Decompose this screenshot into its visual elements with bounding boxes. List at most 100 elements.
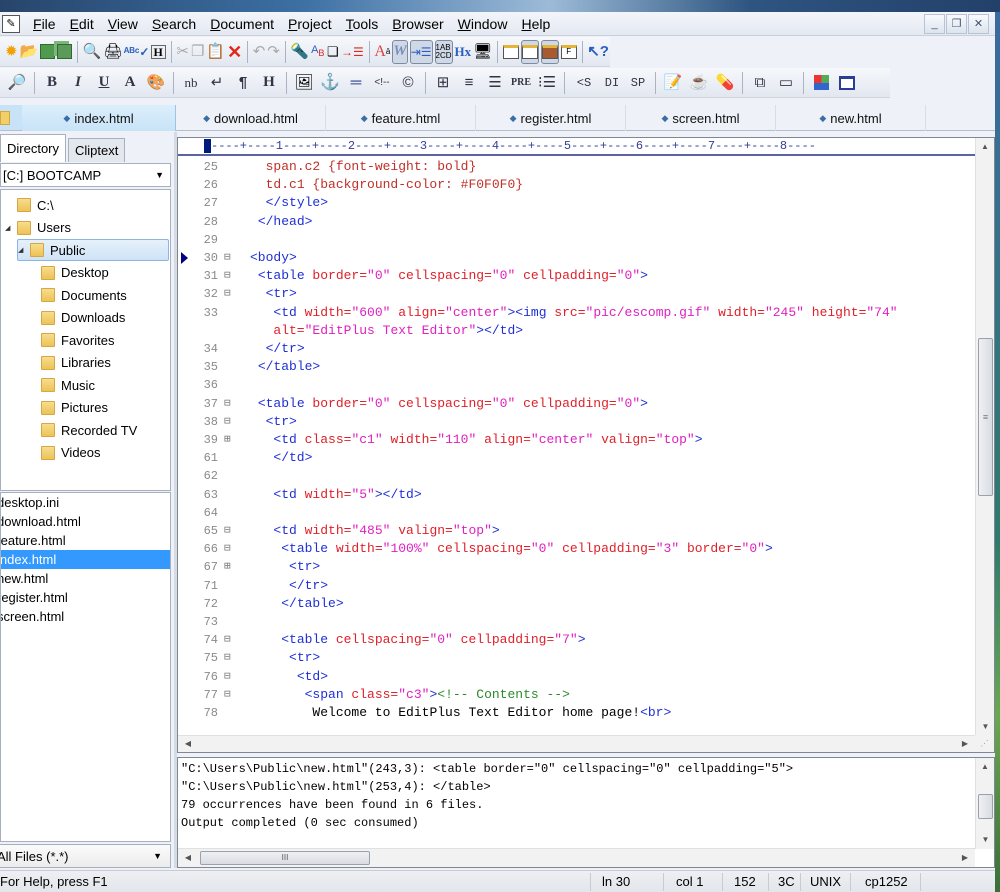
fold-collapse-icon[interactable]: ⊟ <box>224 522 231 540</box>
html-toolbar-icon[interactable]: H <box>150 40 166 64</box>
code-line[interactable]: 72 </table> <box>178 595 975 613</box>
scrollbar-thumb[interactable]: ≡ <box>978 338 993 496</box>
menu-window[interactable]: Window <box>451 16 515 32</box>
code-line[interactable]: 36 <box>178 376 975 394</box>
function-list-icon[interactable]: F <box>560 40 577 64</box>
find-in-files-icon[interactable]: ❏ <box>327 40 340 64</box>
undo-icon[interactable]: ↶ <box>253 40 266 64</box>
frame-icon[interactable]: ⧉ <box>748 71 772 95</box>
file-list-item[interactable]: screen.html <box>1 607 170 626</box>
code-line[interactable]: 30 ⊟ <body> <box>178 249 975 267</box>
font-button[interactable]: A <box>118 71 142 95</box>
fold-expand-icon[interactable]: ⊞ <box>224 558 231 576</box>
code-line[interactable]: 28 </head> <box>178 213 975 231</box>
output-horizontal-scrollbar[interactable]: ◀ III ▶ <box>178 848 975 867</box>
tree-item[interactable]: Videos <box>29 442 101 464</box>
comment-button[interactable]: <!-- <box>370 71 394 95</box>
output-vertical-scrollbar[interactable]: ▲ ▼ <box>975 758 994 849</box>
code-area[interactable]: 25 span.c2 {font-weight: bold} 26 td.c1 {… <box>178 157 975 737</box>
expanded-triangle-icon[interactable]: ◢ <box>5 224 15 232</box>
menu-help[interactable]: Help <box>514 16 557 32</box>
directory-window-icon[interactable] <box>502 40 519 64</box>
tree-item[interactable]: C:\ <box>5 194 54 216</box>
cliptext-window-icon[interactable] <box>540 39 559 64</box>
open-folder-icon[interactable]: 📂 <box>20 40 39 64</box>
app-icon[interactable]: ✎ <box>2 14 20 33</box>
code-line[interactable]: 77 ⊟ <span class="c3"><!-- Contents --> <box>178 686 975 704</box>
editor-vertical-scrollbar[interactable]: ▲ ≡ ▼ <box>975 138 994 736</box>
pre-button[interactable]: PRE <box>509 71 533 95</box>
menu-view[interactable]: View <box>101 16 145 32</box>
code-line[interactable]: 75 ⊟ <tr> <box>178 649 975 667</box>
code-line[interactable]: 66 ⊟ <table width="100%" cellspacing="0" … <box>178 540 975 558</box>
fold-collapse-icon[interactable]: ⊟ <box>224 540 231 558</box>
file-list-item[interactable]: download.html <box>1 512 170 531</box>
line-number-icon[interactable]: 1AB 2CD <box>434 39 453 64</box>
file-list-item[interactable]: desktop.ini <box>1 493 170 512</box>
find-icon[interactable]: 🔦 <box>290 40 309 64</box>
copyright-icon[interactable]: © <box>396 71 420 95</box>
code-line[interactable]: 73 <box>178 613 975 631</box>
font-icon[interactable]: Aā <box>374 40 390 64</box>
fold-collapse-icon[interactable]: ⊟ <box>224 668 231 686</box>
di-button[interactable]: DI <box>600 71 624 95</box>
scroll-down-arrow-icon[interactable]: ▼ <box>976 718 995 736</box>
editor-horizontal-scrollbar[interactable]: ◀ ▶ <box>178 735 975 752</box>
anchor-icon[interactable]: ⚓ <box>318 71 342 95</box>
tree-item[interactable]: Desktop <box>29 262 109 284</box>
status-eol[interactable]: UNIX <box>810 874 841 889</box>
output-line[interactable]: "C:\Users\Public\new.html"(243,3): <tabl… <box>181 760 793 778</box>
tab-cliptext[interactable]: Cliptext <box>68 138 126 162</box>
menu-file[interactable]: File <box>26 16 63 32</box>
scroll-up-arrow-icon[interactable]: ▲ <box>976 138 994 156</box>
image-icon[interactable]: 🖼 <box>292 71 316 95</box>
code-line[interactable]: 62 <box>178 467 975 485</box>
code-line[interactable]: 26 td.c1 {background-color: #F0F0F0} <box>178 176 975 194</box>
heading-button[interactable]: H <box>257 71 281 95</box>
align-center-icon[interactable]: ≡ <box>457 71 481 95</box>
fold-collapse-icon[interactable]: ⊟ <box>224 395 231 413</box>
code-line[interactable]: 61 </td> <box>178 449 975 467</box>
line-indent-icon[interactable]: ⇥☰ <box>409 39 433 64</box>
delete-icon[interactable]: ✕ <box>227 40 242 64</box>
fold-collapse-icon[interactable]: ⊟ <box>224 285 231 303</box>
code-line[interactable]: 32 ⊟ <tr> <box>178 285 975 303</box>
code-line[interactable]: 64 <box>178 504 975 522</box>
tab-screen-html[interactable]: ◆ screen.html <box>626 105 776 131</box>
scroll-down-arrow-icon[interactable]: ▼ <box>976 831 995 849</box>
italic-button[interactable]: I <box>66 71 90 95</box>
edit-page-icon[interactable]: 📝 <box>661 71 685 95</box>
fold-collapse-icon[interactable]: ⊟ <box>224 631 231 649</box>
fold-collapse-icon[interactable]: ⊟ <box>224 267 231 285</box>
menu-project[interactable]: Project <box>281 16 339 32</box>
restore-button[interactable]: ❐ <box>946 14 967 34</box>
menu-tools[interactable]: Tools <box>339 16 386 32</box>
strike-button[interactable]: <S <box>570 71 598 95</box>
output-window[interactable]: "C:\Users\Public\new.html"(243,3): <tabl… <box>177 757 995 868</box>
code-line[interactable]: 34 </tr> <box>178 340 975 358</box>
align-top-icon[interactable]: ☰ <box>483 71 507 95</box>
code-line[interactable]: 78 Welcome to EditPlus Text Editor home … <box>178 704 975 722</box>
hx-icon[interactable]: Hx <box>455 40 472 64</box>
form-icon[interactable]: ▭ <box>774 71 798 95</box>
scrollbar-thumb[interactable] <box>978 794 993 819</box>
status-encoding[interactable]: cp1252 <box>865 874 908 889</box>
code-line[interactable]: 29 <box>178 231 975 249</box>
replace-icon[interactable]: AB <box>311 40 324 64</box>
fold-collapse-icon[interactable]: ⊟ <box>224 649 231 667</box>
tree-item[interactable]: Pictures <box>29 397 108 419</box>
scroll-left-arrow-icon[interactable]: ◀ <box>180 736 196 752</box>
tab-register-html[interactable]: ◆ register.html <box>476 105 626 131</box>
html-preview-icon[interactable]: 🖥 <box>473 40 492 64</box>
tab-new-html[interactable]: ◆ new.html <box>776 105 926 131</box>
code-line[interactable]: 37 ⊟ <table border="0" cellspacing="0" ce… <box>178 395 975 413</box>
tree-item[interactable]: Favorites <box>29 329 114 351</box>
spellcheck-icon[interactable]: ᴬᴮᶜ✓ <box>124 40 150 64</box>
code-line[interactable]: 71 </tr> <box>178 577 975 595</box>
tree-item[interactable]: Libraries <box>29 352 111 374</box>
file-list-item[interactable]: index.html <box>1 550 170 569</box>
code-line[interactable]: 27 </style> <box>178 194 975 212</box>
code-line[interactable]: 33 <td width="600" align="center"><img s… <box>178 304 975 322</box>
code-line[interactable]: 25 span.c2 {font-weight: bold} <box>178 158 975 176</box>
tree-item[interactable]: Downloads <box>29 307 125 329</box>
